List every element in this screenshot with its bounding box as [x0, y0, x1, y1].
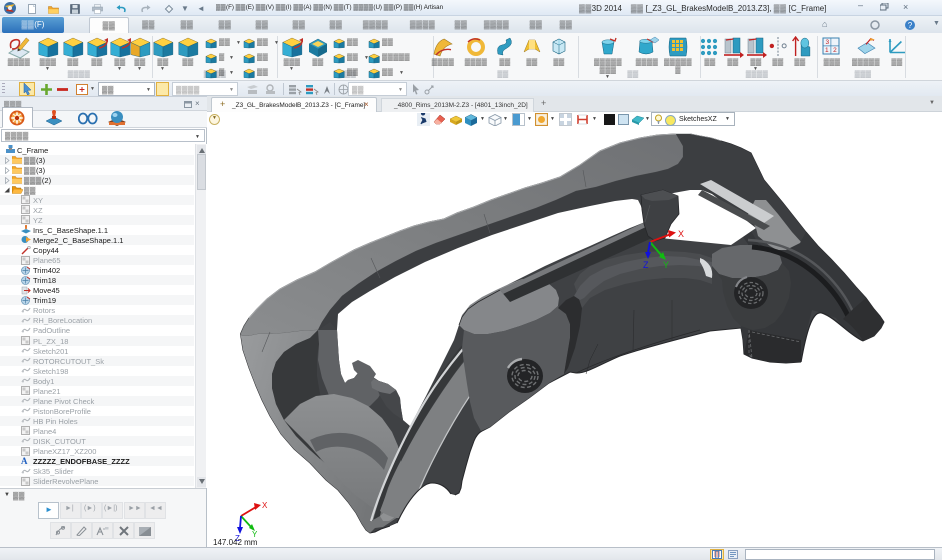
svg-text:2: 2 — [833, 47, 837, 54]
svg-text:1: 1 — [825, 47, 829, 54]
svg-text:X: X — [678, 229, 684, 239]
svg-text:147.042 mm: 147.042 mm — [213, 538, 258, 547]
svg-text:Y: Y — [663, 260, 669, 270]
svg-text:?: ? — [908, 21, 913, 30]
svg-text:3: 3 — [826, 39, 830, 46]
svg-text:X: X — [262, 501, 268, 510]
svg-text:Z: Z — [643, 260, 649, 270]
